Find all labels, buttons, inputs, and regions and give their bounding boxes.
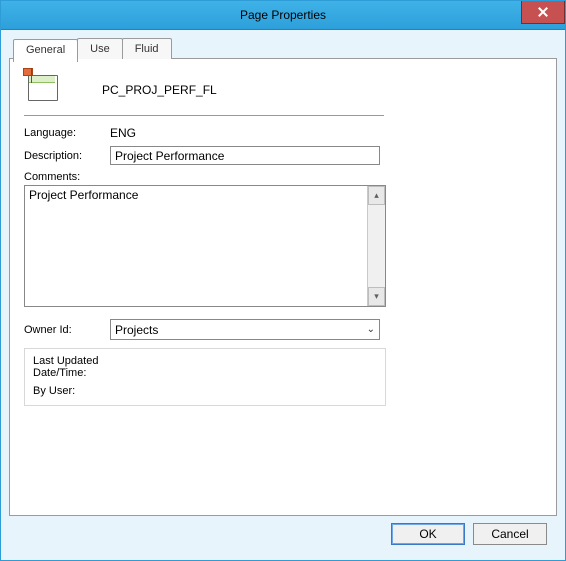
close-button[interactable] — [521, 1, 565, 24]
last-updated-label: Last Updated Date/Time: — [33, 355, 115, 379]
comments-text: Project Performance — [25, 186, 367, 306]
tab-fluid[interactable]: Fluid — [122, 38, 172, 59]
tab-use[interactable]: Use — [77, 38, 123, 59]
tab-general[interactable]: General — [13, 39, 78, 62]
owner-id-value: Projects — [115, 323, 158, 337]
ok-button[interactable]: OK — [391, 523, 465, 545]
cancel-button[interactable]: Cancel — [473, 523, 547, 545]
cancel-button-label: Cancel — [491, 527, 528, 541]
tab-label: Use — [90, 43, 110, 55]
tab-container: General Use Fluid PC_PROJ_PERF_FL Langua… — [9, 38, 557, 516]
dialog-window: Page Properties General Use Fluid PC_PRO… — [0, 0, 566, 561]
tab-label: Fluid — [135, 43, 159, 55]
description-label: Description: — [24, 150, 110, 162]
panel-general: PC_PROJ_PERF_FL Language: ENG Descriptio… — [9, 58, 557, 516]
page-name-value: PC_PROJ_PERF_FL — [102, 83, 217, 97]
scroll-up-icon[interactable]: ▴ — [368, 186, 385, 205]
by-user-label: By User: — [33, 385, 115, 397]
language-label: Language: — [24, 127, 110, 139]
owner-id-select[interactable]: Projects ⌄ — [110, 319, 380, 340]
description-input[interactable] — [110, 146, 380, 165]
ok-button-label: OK — [419, 527, 436, 541]
owner-id-label: Owner Id: — [24, 324, 110, 336]
comments-scrollbar[interactable]: ▴ ▾ — [367, 186, 385, 306]
page-icon — [28, 75, 56, 99]
client-area: General Use Fluid PC_PROJ_PERF_FL Langua… — [1, 30, 565, 560]
metadata-group: Last Updated Date/Time: By User: — [24, 348, 386, 406]
header-row: PC_PROJ_PERF_FL — [24, 71, 384, 116]
tab-label: General — [26, 44, 65, 56]
language-value: ENG — [110, 126, 136, 140]
titlebar: Page Properties — [1, 1, 565, 30]
scroll-down-icon[interactable]: ▾ — [368, 287, 385, 306]
comments-label: Comments: — [24, 171, 110, 183]
tab-strip: General Use Fluid — [9, 38, 557, 58]
dialog-button-row: OK Cancel — [9, 516, 557, 552]
chevron-down-icon: ⌄ — [367, 324, 375, 335]
close-icon — [538, 7, 548, 17]
comments-field[interactable]: Project Performance ▴ ▾ — [24, 185, 386, 307]
window-title: Page Properties — [1, 1, 565, 29]
